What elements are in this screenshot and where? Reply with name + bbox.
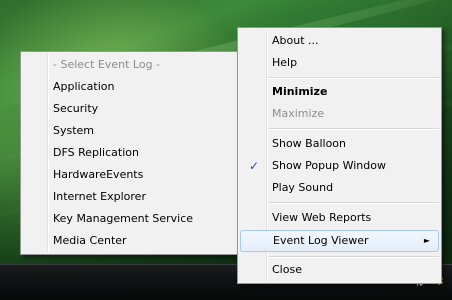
menu-separator bbox=[268, 128, 439, 130]
submenu-item-label: Security bbox=[53, 102, 99, 115]
menu-item-label: Show Balloon bbox=[272, 137, 347, 150]
submenu-item-application[interactable]: Application bbox=[23, 77, 237, 97]
check-icon: ✓ bbox=[249, 159, 260, 173]
menu-item-label: Maximize bbox=[272, 107, 325, 120]
submenu-item-media-center[interactable]: Media Center bbox=[23, 231, 237, 251]
submenu-item-dfs-replication[interactable]: DFS Replication bbox=[23, 143, 237, 163]
submenu-item-label: - Select Event Log - bbox=[53, 58, 161, 71]
menu-item-show-balloon[interactable]: Show Balloon bbox=[240, 134, 439, 154]
submenu-item-label: System bbox=[53, 124, 95, 137]
submenu-item-hardware-events[interactable]: HardwareEvents bbox=[23, 165, 237, 185]
menu-item-label: Event Log Viewer bbox=[273, 234, 369, 247]
submenu-item-label: Application bbox=[53, 80, 115, 93]
menu-item-close[interactable]: Close bbox=[240, 260, 439, 280]
submenu-item-key-management-service[interactable]: Key Management Service bbox=[23, 209, 237, 229]
menu-item-about[interactable]: About ... bbox=[240, 31, 439, 51]
submenu-item-label: DFS Replication bbox=[53, 146, 139, 159]
submenu-item-label: Internet Explorer bbox=[53, 190, 146, 203]
submenu-arrow-icon: ► bbox=[423, 236, 430, 245]
menu-separator bbox=[268, 256, 439, 258]
event-log-submenu: - Select Event Log - Application Securit… bbox=[20, 51, 240, 255]
menu-item-label: View Web Reports bbox=[272, 211, 372, 224]
menu-item-event-log-viewer[interactable]: Event Log Viewer ► bbox=[240, 230, 439, 252]
submenu-item-label: Media Center bbox=[53, 234, 127, 247]
menu-item-help[interactable]: Help bbox=[240, 53, 439, 73]
menu-item-show-popup-window[interactable]: ✓ Show Popup Window bbox=[240, 156, 439, 176]
menu-item-view-web-reports[interactable]: View Web Reports bbox=[240, 208, 439, 228]
menu-item-play-sound[interactable]: Play Sound bbox=[240, 178, 439, 198]
tray-context-menu: About ... Help Minimize Maximize Show Ba… bbox=[237, 27, 442, 284]
menu-item-label: Minimize bbox=[272, 85, 328, 98]
menu-item-label: Play Sound bbox=[272, 181, 334, 194]
menu-item-maximize: Maximize bbox=[240, 104, 439, 124]
submenu-item-label: Key Management Service bbox=[53, 212, 194, 225]
menu-item-label: Close bbox=[272, 263, 302, 276]
menu-item-minimize[interactable]: Minimize bbox=[240, 82, 439, 102]
submenu-item-internet-explorer[interactable]: Internet Explorer bbox=[23, 187, 237, 207]
menu-separator bbox=[268, 202, 439, 204]
submenu-item-system[interactable]: System bbox=[23, 121, 237, 141]
submenu-item-label: HardwareEvents bbox=[53, 168, 144, 181]
menu-item-label: Help bbox=[272, 56, 298, 69]
submenu-item-select-event-log: - Select Event Log - bbox=[23, 55, 237, 75]
submenu-item-security[interactable]: Security bbox=[23, 99, 237, 119]
menu-separator bbox=[268, 77, 439, 79]
menu-item-label: About ... bbox=[272, 34, 319, 47]
menu-item-label: Show Popup Window bbox=[272, 159, 386, 172]
